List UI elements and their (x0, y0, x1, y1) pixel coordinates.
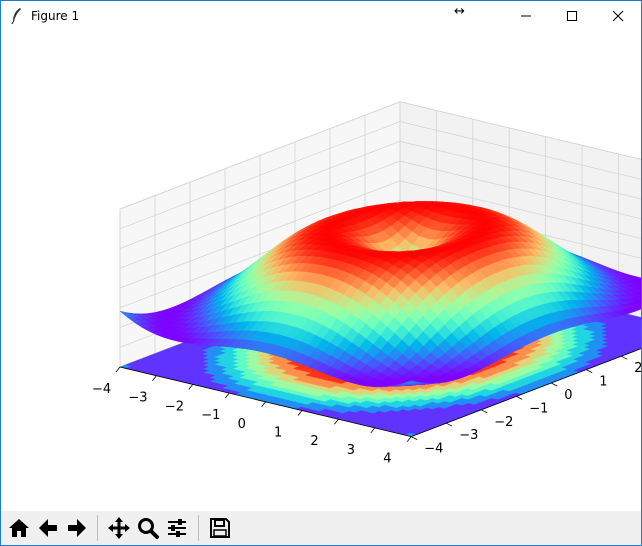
y-tick-label: 0 (564, 388, 572, 403)
surface-plot[interactable]: −2.0−1.5−1.0−0.50.00.51.01.52.0 −4−3−2−1… (1, 31, 641, 511)
y-tick-label: 1 (599, 375, 607, 390)
y-tick (516, 396, 523, 400)
x-tick-label: −4 (92, 382, 111, 397)
x-tick-label: −3 (128, 391, 147, 406)
navigation-toolbar (1, 511, 641, 545)
y-tick (586, 369, 593, 373)
maximize-icon (567, 11, 577, 21)
arrow-left-icon (39, 519, 57, 537)
minimize-icon (521, 15, 531, 17)
x-tick (334, 418, 339, 425)
x-tick (152, 375, 157, 381)
x-tick-label: −1 (201, 408, 220, 423)
x-tick (224, 392, 230, 399)
pan-button[interactable] (105, 514, 133, 542)
x-tick-label: 2 (310, 434, 318, 449)
plot-canvas[interactable]: −2.0−1.5−1.0−0.50.00.51.01.52.0 −4−3−2−1… (1, 31, 641, 511)
zoom-button[interactable] (134, 514, 162, 542)
y-tick-label: −4 (424, 442, 443, 457)
floppy-disk-icon (210, 518, 230, 538)
x-tick-label: 0 (238, 417, 246, 432)
y-tick-label: 2 (634, 361, 641, 376)
x-tick-label: −2 (165, 399, 184, 414)
sliders-icon (168, 519, 186, 537)
magnifier-icon (138, 518, 159, 539)
close-icon (612, 10, 624, 22)
y-tick (551, 382, 558, 387)
move-icon (108, 517, 130, 539)
figure-window: Figure 1 ↔ −2.0−1.5−1.0−0.50.00.51.01.52… (0, 0, 642, 546)
x-tick-label: 3 (347, 443, 355, 458)
back-button[interactable] (34, 514, 62, 542)
x-tick-label: 1 (274, 426, 282, 441)
subplots-button[interactable] (163, 514, 191, 542)
y-tick-label: −2 (494, 415, 513, 430)
y-tick (481, 409, 488, 414)
maximize-button[interactable] (549, 1, 595, 31)
resize-icon: ↔ (454, 4, 465, 19)
x-tick (261, 401, 266, 408)
toolbar-separator (198, 515, 199, 541)
toolbar-separator (97, 515, 98, 541)
x-tick (370, 427, 376, 434)
x-tick (406, 436, 412, 442)
arrow-right-icon (68, 519, 86, 537)
y-tick-label: −1 (529, 401, 548, 416)
x-tick (188, 384, 194, 390)
home-icon (9, 519, 29, 537)
window-title: Figure 1 (31, 9, 80, 23)
title-bar[interactable]: Figure 1 ↔ (1, 1, 641, 31)
y-tick (411, 436, 418, 440)
home-button[interactable] (5, 514, 33, 542)
x-tick (115, 366, 121, 373)
save-button[interactable] (206, 514, 234, 542)
y-tick (621, 355, 628, 360)
y-tick-label: −3 (459, 428, 478, 443)
forward-button[interactable] (63, 514, 91, 542)
feather-icon (11, 8, 21, 25)
close-button[interactable] (595, 1, 641, 31)
y-tick (446, 422, 453, 427)
minimize-button[interactable] (503, 1, 549, 31)
x-tick (297, 410, 303, 416)
x-tick-label: 4 (383, 452, 391, 467)
